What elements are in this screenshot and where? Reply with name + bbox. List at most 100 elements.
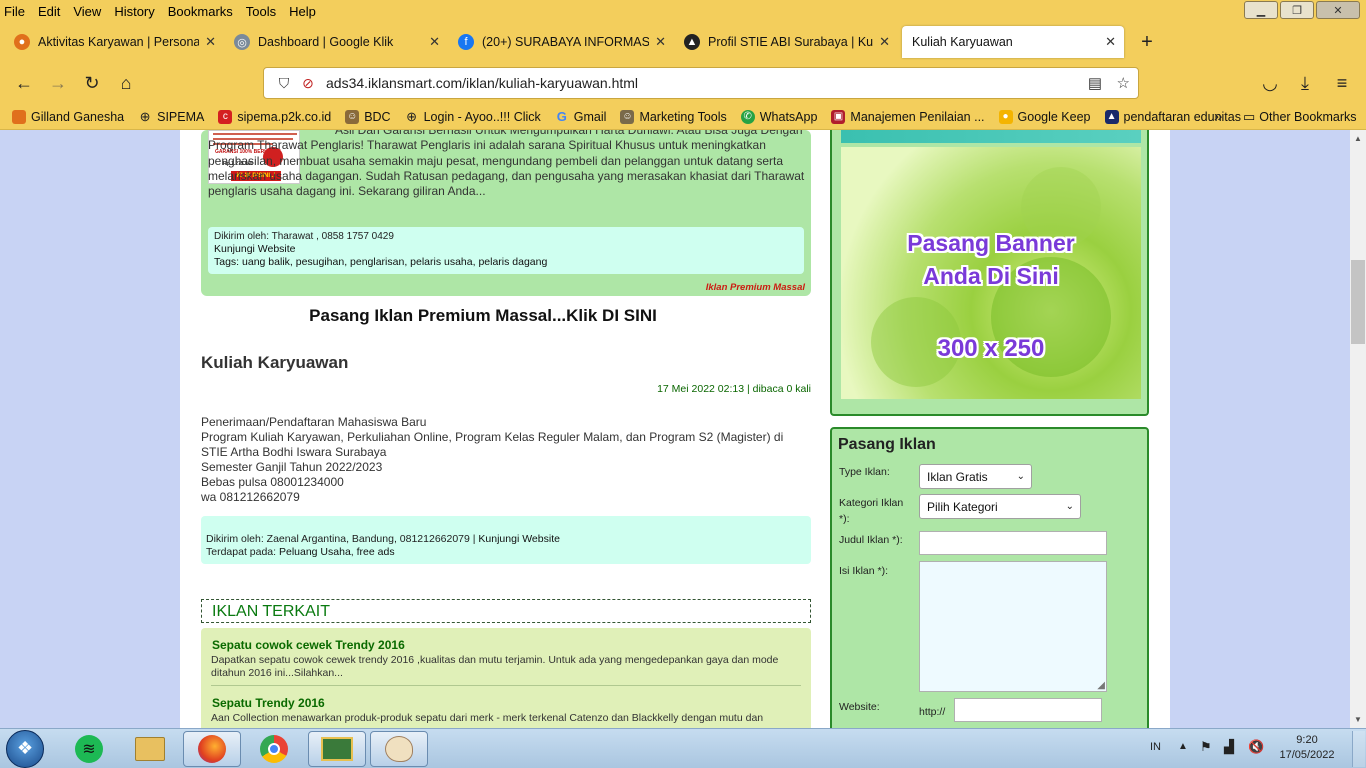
pocket-button[interactable]: ◡: [1253, 66, 1287, 100]
judul-input[interactable]: [919, 531, 1107, 555]
bookmark-gmail[interactable]: G Gmail: [555, 109, 607, 124]
tags-list[interactable]: uang balik, pesugihan, penglarisan, pela…: [242, 256, 547, 268]
close-icon: ✕: [1333, 4, 1343, 17]
taskbar-explorer[interactable]: [121, 731, 179, 767]
page-scrollbar[interactable]: ▲ ▼: [1350, 130, 1366, 728]
bookmark-google-keep[interactable]: ● Google Keep: [998, 109, 1091, 124]
banner-image[interactable]: Pasang Banner Anda Di Sini 300 x 250: [841, 147, 1141, 399]
folder-icon: ▭: [1243, 109, 1256, 124]
menu-bookmarks[interactable]: Bookmarks: [168, 4, 233, 19]
bookmark-star-icon[interactable]: ☆: [1117, 74, 1130, 92]
bookmark-whatsapp[interactable]: ✆ WhatsApp: [740, 109, 817, 124]
tab-close-icon[interactable]: ✕: [429, 34, 440, 50]
bookmark-label: sipema.p2k.co.id: [237, 109, 332, 124]
tag-link[interactable]: free ads: [357, 546, 395, 558]
reader-view-icon[interactable]: ▤: [1088, 74, 1102, 92]
tab-dashboard-google-klik[interactable]: ◎ Dashboard | Google Klik ✕: [226, 26, 448, 58]
bookmark-label: Other Bookmarks: [1259, 110, 1357, 124]
scroll-down-icon[interactable]: ▼: [1354, 715, 1362, 724]
tab-close-icon[interactable]: ✕: [879, 34, 890, 50]
bookmark-gilland-ganesha[interactable]: Gilland Ganesha: [12, 109, 124, 124]
volume-muted-icon[interactable]: 🔇: [1248, 739, 1264, 755]
related-ad-desc-line: ditahun 2016 ini...Silahkan...: [211, 667, 343, 679]
taskbar-remote-desktop[interactable]: [308, 731, 366, 767]
clock[interactable]: 9:20 17/05/2022: [1272, 733, 1342, 763]
tray-expand-icon[interactable]: ▲: [1178, 741, 1188, 752]
bookmark-manajemen-penilaian[interactable]: ▣ Manajemen Penilaian ...: [831, 109, 985, 124]
other-bookmarks[interactable]: ▭ Other Bookmarks: [1243, 109, 1357, 125]
reload-icon: ↻: [84, 72, 100, 93]
taskbar-spotify[interactable]: ≋: [60, 731, 118, 767]
resize-handle-icon[interactable]: ◢: [1097, 680, 1105, 691]
windows-logo-icon: ❖: [17, 738, 34, 758]
clock-date: 17/05/2022: [1279, 749, 1335, 761]
related-ad-title[interactable]: Sepatu cowok cewek Trendy 2016: [212, 638, 405, 652]
isi-textarea[interactable]: ◢: [919, 561, 1107, 692]
firefox-icon: [198, 735, 226, 763]
premium-ad-card: GARANSI 100% BERHASIL! Rp.1.275.000 KLIK…: [201, 130, 811, 296]
menu-help[interactable]: Help: [289, 4, 316, 19]
type-select[interactable]: Iklan Gratis ⌄: [919, 464, 1032, 489]
home-button[interactable]: ⌂: [109, 66, 143, 100]
website-label: Website:: [839, 701, 880, 713]
back-button[interactable]: ←: [7, 66, 41, 100]
ad-visit-link[interactable]: Kunjungi Website: [214, 243, 798, 256]
menu-view[interactable]: View: [73, 4, 101, 19]
category-label-required: *):: [839, 513, 850, 525]
forward-button[interactable]: →: [41, 66, 75, 100]
tab-surabaya-informasi[interactable]: f (20+) SURABAYA INFORMASI | F ✕: [450, 26, 674, 58]
tab-bar: ● Aktivitas Karyawan | Personalia ✕ ◎ Da…: [0, 22, 1366, 62]
language-indicator[interactable]: IN: [1150, 741, 1161, 753]
close-window-button[interactable]: ✕: [1316, 1, 1360, 19]
bookmark-login-ayoo[interactable]: ⊕ Login - Ayoo..!!! Click: [405, 109, 541, 124]
tab-close-icon[interactable]: ✕: [205, 34, 216, 50]
tab-close-icon[interactable]: ✕: [1105, 34, 1116, 50]
related-ad-title[interactable]: Sepatu Trendy 2016: [212, 696, 325, 710]
bookmarks-bar: Gilland Ganesha ⊕ SIPEMA c sipema.p2k.co.i…: [0, 104, 1366, 130]
article-meta-box: Dikirim oleh: Zaenal Argantina, Bandung,…: [201, 516, 811, 564]
article-visit-link[interactable]: Kunjungi Website: [478, 533, 560, 545]
banner-size: 300 x 250: [937, 335, 1045, 362]
tab-profil-stie-abi[interactable]: ▲ Profil STIE ABI Surabaya | Kuliah ✕: [676, 26, 898, 58]
menu-edit[interactable]: Edit: [38, 4, 60, 19]
new-tab-button[interactable]: +: [1132, 27, 1162, 57]
menu-file[interactable]: File: [4, 4, 25, 19]
menu-tools[interactable]: Tools: [246, 4, 276, 19]
reload-button[interactable]: ↻: [75, 66, 109, 100]
clock-time: 9:20: [1296, 734, 1318, 746]
chevron-down-icon: ⌄: [1016, 471, 1025, 482]
scroll-up-icon[interactable]: ▲: [1354, 134, 1362, 143]
tab-close-icon[interactable]: ✕: [655, 34, 666, 50]
article-line: Semester Ganjil Tahun 2022/2023: [201, 460, 383, 474]
taskbar-paint[interactable]: [370, 731, 428, 767]
downloads-button[interactable]: ⤓: [1288, 66, 1322, 100]
bookmark-marketing-tools[interactable]: ☺ Marketing Tools: [620, 109, 727, 124]
menu-history[interactable]: History: [114, 4, 154, 19]
tab-aktivitas-karyawan[interactable]: ● Aktivitas Karyawan | Personalia ✕: [6, 26, 224, 58]
bookmark-label: Google Keep: [1017, 109, 1091, 124]
bookmark-sipema-p2k[interactable]: c sipema.p2k.co.id: [218, 109, 332, 124]
http-prefix: http://: [919, 706, 946, 718]
minimize-button[interactable]: ▁: [1244, 1, 1278, 19]
category-select[interactable]: Pilih Kategori ⌄: [919, 494, 1081, 519]
url-text[interactable]: ads34.iklansmart.com/iklan/kuliah-karyua…: [326, 75, 638, 91]
category-link[interactable]: Peluang Usaha: [279, 546, 351, 558]
website-input[interactable]: [954, 698, 1102, 722]
taskbar-firefox[interactable]: [183, 731, 241, 767]
action-center-flag-icon[interactable]: ⚑: [1200, 739, 1212, 755]
bookmark-bdc[interactable]: ☺ BDC: [345, 109, 391, 124]
scrollbar-thumb[interactable]: [1351, 260, 1365, 344]
premium-ad-label[interactable]: Iklan Premium Massal: [706, 282, 805, 293]
taskbar-chrome[interactable]: [245, 731, 303, 767]
address-bar[interactable]: ⛉ ⊘ ads34.iklansmart.com/iklan/kuliah-ka…: [263, 67, 1139, 99]
network-signal-icon[interactable]: ▟: [1224, 739, 1234, 755]
bookmarks-overflow-icon[interactable]: »: [1214, 108, 1222, 125]
promo-link[interactable]: Pasang Iklan Premium Massal...Klik DI SI…: [201, 306, 765, 326]
article-sender: Dikirim oleh: Zaenal Argantina, Bandung,…: [206, 533, 476, 545]
bookmark-sipema[interactable]: ⊕ SIPEMA: [138, 109, 205, 124]
show-desktop-button[interactable]: [1352, 731, 1365, 767]
restore-button[interactable]: ❐: [1280, 1, 1314, 19]
app-menu-button[interactable]: ≡: [1325, 66, 1359, 100]
tab-kuliah-karyuawan[interactable]: Kuliah Karyuawan ✕: [902, 26, 1124, 58]
start-button[interactable]: ❖: [6, 730, 44, 768]
